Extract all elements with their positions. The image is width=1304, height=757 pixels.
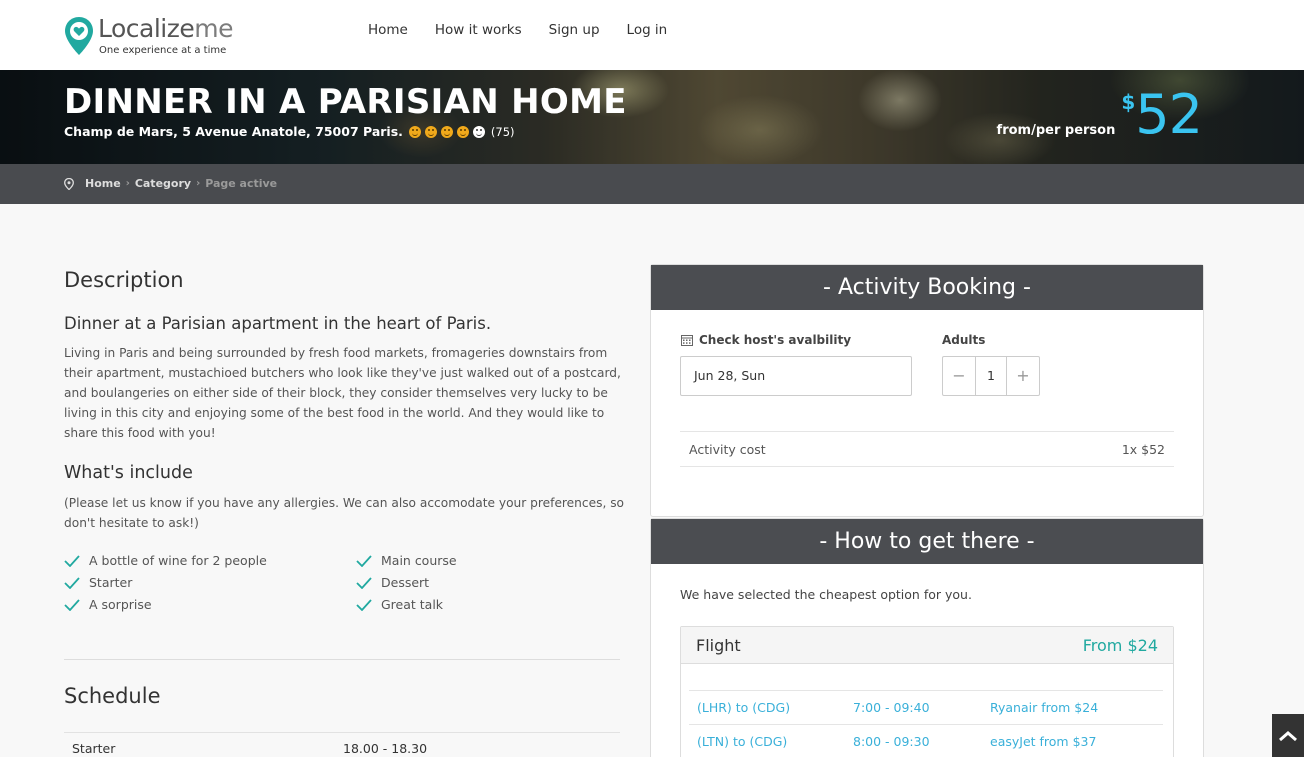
activity-booking-panel: - Activity Booking - Check host's avalbi… xyxy=(650,264,1204,517)
smiley-rating-icon xyxy=(424,125,437,138)
smiley-rating-icon xyxy=(408,125,421,138)
check-icon xyxy=(356,554,372,567)
flight-from-price: From $24 xyxy=(1082,636,1158,655)
flight-time[interactable]: 8:00 - 09:30 xyxy=(853,734,930,749)
nav-how-it-works[interactable]: How it works xyxy=(435,22,522,38)
rating xyxy=(408,125,485,138)
schedule-heading: Schedule xyxy=(64,684,161,708)
section-divider xyxy=(64,659,620,660)
breadcrumb-home[interactable]: Home xyxy=(85,177,121,190)
increment-button[interactable]: + xyxy=(1007,357,1039,395)
how-to-get-there-panel: - How to get there - We have selected th… xyxy=(650,518,1204,757)
decrement-button[interactable]: − xyxy=(943,357,975,395)
booking-heading: - Activity Booking - xyxy=(651,265,1203,310)
adults-stepper: − 1 + xyxy=(942,356,1040,396)
breadcrumb-category[interactable]: Category xyxy=(135,177,191,190)
list-item: Great talk xyxy=(356,597,443,612)
table-row[interactable]: (LHR) to (CDG) 7:00 - 09:40 Ryanair from… xyxy=(689,690,1163,724)
table-row: Starter 18.00 - 18.30 xyxy=(64,732,620,757)
getthere-note: We have selected the cheapest option for… xyxy=(680,587,972,602)
brand-logo[interactable]: Localizeme One experience at a time xyxy=(64,14,234,60)
breadcrumb-bar: Home › Category › Page active xyxy=(0,164,1304,204)
brand-name: Localizeme xyxy=(98,14,233,43)
page-title: DINNER IN A PARISIAN HOME xyxy=(64,82,627,122)
chevron-up-icon xyxy=(1279,730,1297,741)
activity-cost-label: Activity cost xyxy=(689,442,766,457)
location-pin-icon xyxy=(64,177,74,190)
main-nav: Home How it works Sign up Log in xyxy=(368,22,667,38)
flight-carrier[interactable]: easyJet from $37 xyxy=(990,734,1096,749)
check-icon xyxy=(356,576,372,589)
availability-label: Check host's avalbility xyxy=(681,333,851,347)
nav-log-in[interactable]: Log in xyxy=(627,22,668,38)
list-item: Main course xyxy=(356,553,457,568)
adults-value[interactable]: 1 xyxy=(975,357,1007,395)
schedule-item: Starter xyxy=(72,741,116,756)
price-box: from/per person $ 52 xyxy=(996,83,1203,146)
list-item: A bottle of wine for 2 people xyxy=(64,553,267,568)
check-icon xyxy=(356,598,372,611)
flight-carrier[interactable]: Ryanair from $24 xyxy=(990,700,1098,715)
smiley-rating-icon xyxy=(456,125,469,138)
date-field[interactable]: Jun 28, Sun xyxy=(680,356,912,396)
smiley-rating-empty-icon xyxy=(472,125,485,138)
scroll-to-top-button[interactable] xyxy=(1272,714,1304,757)
map-pin-heart-icon xyxy=(65,17,93,55)
flight-route[interactable]: (LHR) to (CDG) xyxy=(697,700,790,715)
description-body: Living in Paris and being surrounded by … xyxy=(64,346,621,440)
flight-title: Flight xyxy=(696,636,741,655)
review-count: (75) xyxy=(490,124,515,139)
activity-cost-row: Activity cost 1x $52 xyxy=(680,431,1174,467)
breadcrumb: Home › Category › Page active xyxy=(64,177,277,190)
hero-banner: DINNER IN A PARISIAN HOME Champ de Mars,… xyxy=(0,70,1304,164)
includes-heading: What's include xyxy=(64,463,193,483)
check-icon xyxy=(64,576,80,589)
flight-route[interactable]: (LTN) to (CDG) xyxy=(697,734,787,749)
breadcrumb-separator: › xyxy=(196,178,201,189)
flight-time[interactable]: 7:00 - 09:40 xyxy=(853,700,930,715)
list-item: A sorprise xyxy=(64,597,152,612)
check-icon xyxy=(64,554,80,567)
brand-tagline: One experience at a time xyxy=(99,45,227,56)
hero-address: Champ de Mars, 5 Avenue Anatole, 75007 P… xyxy=(64,124,403,139)
check-icon xyxy=(64,598,80,611)
adults-label: Adults xyxy=(942,333,986,347)
price-label: from/per person xyxy=(996,123,1116,138)
list-item: Dessert xyxy=(356,575,429,590)
price-currency: $ xyxy=(1121,90,1136,114)
breadcrumb-active: Page active xyxy=(205,177,278,190)
smiley-rating-icon xyxy=(440,125,453,138)
table-row[interactable]: (LTN) to (CDG) 8:00 - 09:30 easyJet from… xyxy=(689,724,1163,757)
description-subheading: Dinner at a Parisian apartment in the he… xyxy=(64,314,492,333)
activity-cost-value: 1x $52 xyxy=(1121,442,1165,457)
flight-box: Flight From $24 (LHR) to (CDG) 7:00 - 09… xyxy=(680,626,1174,757)
breadcrumb-separator: › xyxy=(125,178,130,189)
price-value: 52 xyxy=(1135,83,1203,146)
nav-home[interactable]: Home xyxy=(368,22,408,38)
calendar-icon xyxy=(681,335,693,346)
schedule-time: 18.00 - 18.30 xyxy=(343,741,428,756)
nav-sign-up[interactable]: Sign up xyxy=(549,22,600,38)
flight-header: Flight From $24 xyxy=(681,627,1173,664)
getthere-heading: - How to get there - xyxy=(651,519,1203,564)
top-navbar: Localizeme One experience at a time Home… xyxy=(0,0,1304,70)
includes-note: (Please let us know if you have any alle… xyxy=(64,496,625,530)
description-heading: Description xyxy=(64,268,184,292)
list-item: Starter xyxy=(64,575,132,590)
hero-address-line: Champ de Mars, 5 Avenue Anatole, 75007 P… xyxy=(64,124,515,139)
